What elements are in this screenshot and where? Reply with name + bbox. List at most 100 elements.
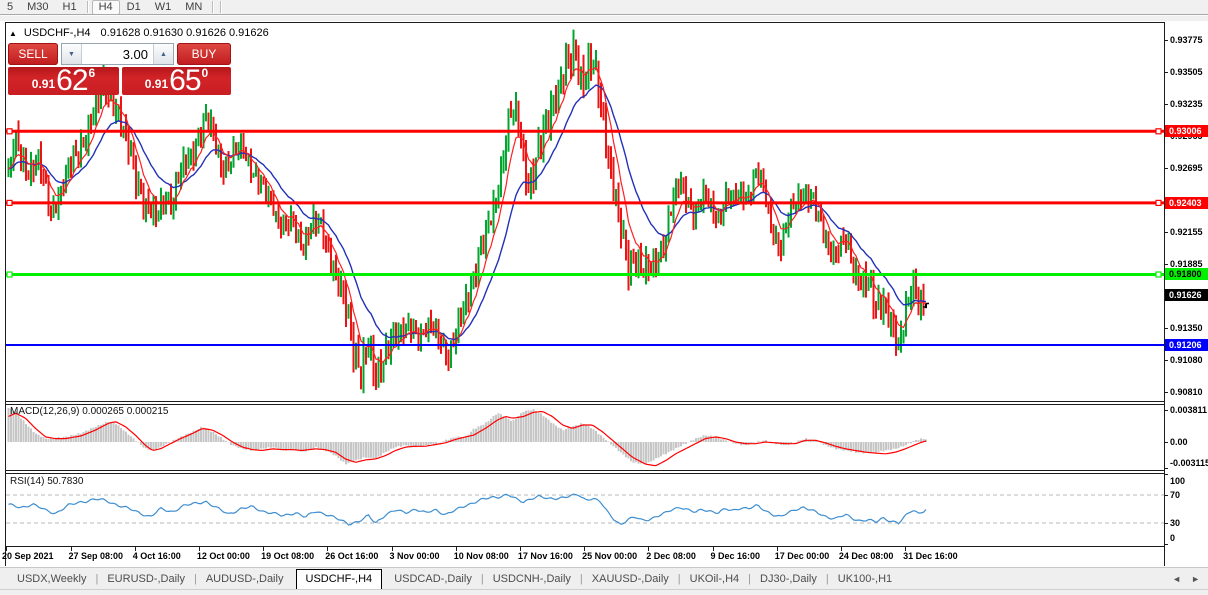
rsi-tick-label: 0 <box>1170 533 1175 543</box>
buy-price-button[interactable]: 0.91650 <box>122 67 231 95</box>
macd-tick-label: -0.003115 <box>1170 458 1208 468</box>
price-line-badge-0.91800: 0.91800 <box>1165 268 1208 280</box>
buy-price-big: 65 <box>169 68 200 94</box>
price-tick <box>1164 232 1168 233</box>
price-tick <box>1164 104 1168 105</box>
rsi-indicator-pane[interactable] <box>6 473 1164 546</box>
main-pane-bottom-border <box>5 401 1165 402</box>
chart-tab-eurusd-[interactable]: EURUSD-,Daily <box>98 569 194 589</box>
chart-tab-usdcnh-[interactable]: USDCNH-,Daily <box>484 569 580 589</box>
chart-quote-values: 0.91628 0.91630 0.91626 0.91626 <box>101 27 269 39</box>
line-handle <box>1156 129 1161 134</box>
line-handle <box>7 200 12 205</box>
volume-increase-button[interactable]: ▲ <box>153 44 173 64</box>
time-tick-label: 27 Sep 08:00 <box>69 551 124 561</box>
price-tick-label: 0.93235 <box>1170 99 1203 109</box>
rsi-tick <box>1164 544 1168 545</box>
price-tick <box>1164 72 1168 73</box>
chart-tab-uk100-[interactable]: UK100-,H1 <box>829 569 901 589</box>
timeframe-button-h4[interactable]: H4 <box>92 0 120 15</box>
price-line-badge-0.93006: 0.93006 <box>1165 125 1208 137</box>
chart-tab-usdchf-[interactable]: USDCHF-,H4 <box>296 569 383 590</box>
buy-price-prefix: 0.91 <box>145 77 168 91</box>
time-tick-label: 2 Dec 08:00 <box>646 551 696 561</box>
timeframe-button-mn[interactable]: MN <box>178 1 209 14</box>
chart-tab-usdcad-[interactable]: USDCAD-,Daily <box>385 569 481 589</box>
chart-title: ▲ USDCHF-,H4 0.91628 0.91630 0.91626 0.9… <box>9 27 269 39</box>
volume-decrease-button[interactable]: ▼ <box>62 44 82 64</box>
macd-label: MACD(12,26,9) 0.000265 0.000215 <box>10 406 168 417</box>
buy-price-sup: 0 <box>202 66 209 80</box>
price-tick-label: 0.92695 <box>1170 163 1203 173</box>
price-tick <box>1164 264 1168 265</box>
price-tick <box>1164 360 1168 361</box>
toolbar-separator <box>87 1 89 13</box>
time-tick-label: 24 Dec 08:00 <box>839 551 894 561</box>
price-tick-label: 0.93505 <box>1170 67 1203 77</box>
price-line-badge-0.91206: 0.91206 <box>1165 339 1208 351</box>
time-tick-label: 31 Dec 16:00 <box>903 551 958 561</box>
macd-tick-label: 0.00 <box>1170 437 1188 447</box>
rsi-tick <box>1164 474 1168 475</box>
sell-price-button[interactable]: 0.91626 <box>8 67 119 95</box>
time-tick-label: 17 Dec 00:00 <box>775 551 830 561</box>
time-tick-label: 4 Oct 16:00 <box>133 551 181 561</box>
macd-tick <box>1164 442 1168 443</box>
rsi-tick <box>1164 523 1168 524</box>
spin-down-icon: ▼ <box>68 51 75 58</box>
sell-button[interactable]: SELL <box>8 43 58 65</box>
sell-price-big: 62 <box>56 68 87 94</box>
rsi-tick-label: 70 <box>1170 490 1180 500</box>
trading-terminal-window: 5M30H1 H4D1W1MN ▲ USDCHF-,H4 0.91628 0.91… <box>0 0 1208 595</box>
chart-tab-usdx[interactable]: USDX,Weekly <box>8 569 95 589</box>
macd-tick <box>1164 468 1168 469</box>
sell-price-sup: 6 <box>89 66 96 80</box>
price-tick-label: 0.91080 <box>1170 355 1203 365</box>
price-tick <box>1164 328 1168 329</box>
tab-scroll-left-icon[interactable]: ◄ <box>1172 574 1181 584</box>
timeframe-button-h1[interactable]: H1 <box>56 1 84 14</box>
line-handle <box>7 272 12 277</box>
chart-symbol-period: USDCHF-,H4 <box>24 27 91 39</box>
price-tick <box>1164 168 1168 169</box>
time-tick-label: 9 Dec 16:00 <box>711 551 761 561</box>
rsi-line <box>9 494 927 525</box>
timeframe-button-d1[interactable]: D1 <box>120 1 148 14</box>
chart-tab-audusd-[interactable]: AUDUSD-,Daily <box>197 569 293 589</box>
rsi-tick-label: 30 <box>1170 518 1180 528</box>
price-tick <box>1164 392 1168 393</box>
buy-button[interactable]: BUY <box>177 43 231 65</box>
timeframe-button-w1[interactable]: W1 <box>148 1 179 14</box>
volume-spinner: ▼ 3.00 ▲ <box>61 43 174 65</box>
rsi-tick <box>1164 495 1168 496</box>
price-tick-label: 0.90810 <box>1170 387 1203 397</box>
time-tick-label: 10 Nov 08:00 <box>454 551 509 561</box>
time-tick-label: 25 Nov 00:00 <box>582 551 637 561</box>
timeframe-button-m30[interactable]: M30 <box>20 1 55 14</box>
line-handle <box>1156 200 1161 205</box>
volume-input[interactable]: 3.00 <box>82 44 153 64</box>
price-line-badge-0.92403: 0.92403 <box>1165 197 1208 209</box>
timeframe-toolbar: 5M30H1 H4D1W1MN <box>0 0 1208 21</box>
toolbar-separator <box>220 1 222 13</box>
collapse-panel-icon[interactable]: ▲ <box>9 29 17 38</box>
time-tick-label: 3 Nov 00:00 <box>390 551 440 561</box>
line-handle <box>1156 272 1161 277</box>
chart-tab-ukoil-[interactable]: UKOil-,H4 <box>681 569 749 589</box>
timeframe-button-5[interactable]: 5 <box>0 1 20 14</box>
price-tick-label: 0.92155 <box>1170 227 1203 237</box>
chart-tab-dj30-[interactable]: DJ30-,Daily <box>751 569 826 589</box>
macd-pane-bottom-border <box>5 470 1165 471</box>
time-tick-label: 12 Oct 00:00 <box>197 551 250 561</box>
last-price-badge: 0.91626 <box>1165 289 1208 301</box>
line-handle <box>7 129 12 134</box>
time-tick-label: 26 Oct 16:00 <box>325 551 378 561</box>
chart-tab-bar: USDX,Weekly|EURUSD-,Daily|AUDUSD-,Daily … <box>0 567 1208 590</box>
tab-scroll-right-icon[interactable]: ► <box>1191 574 1200 584</box>
macd-tick-label: 0.003811 <box>1170 405 1207 415</box>
time-tick-label: 17 Nov 16:00 <box>518 551 573 561</box>
price-tick-label: 0.91350 <box>1170 323 1203 333</box>
chart-tab-xauusd-[interactable]: XAUUSD-,Daily <box>583 569 678 589</box>
macd-indicator-pane[interactable] <box>6 404 1164 470</box>
time-tick-label: 20 Sep 2021 <box>2 551 54 561</box>
